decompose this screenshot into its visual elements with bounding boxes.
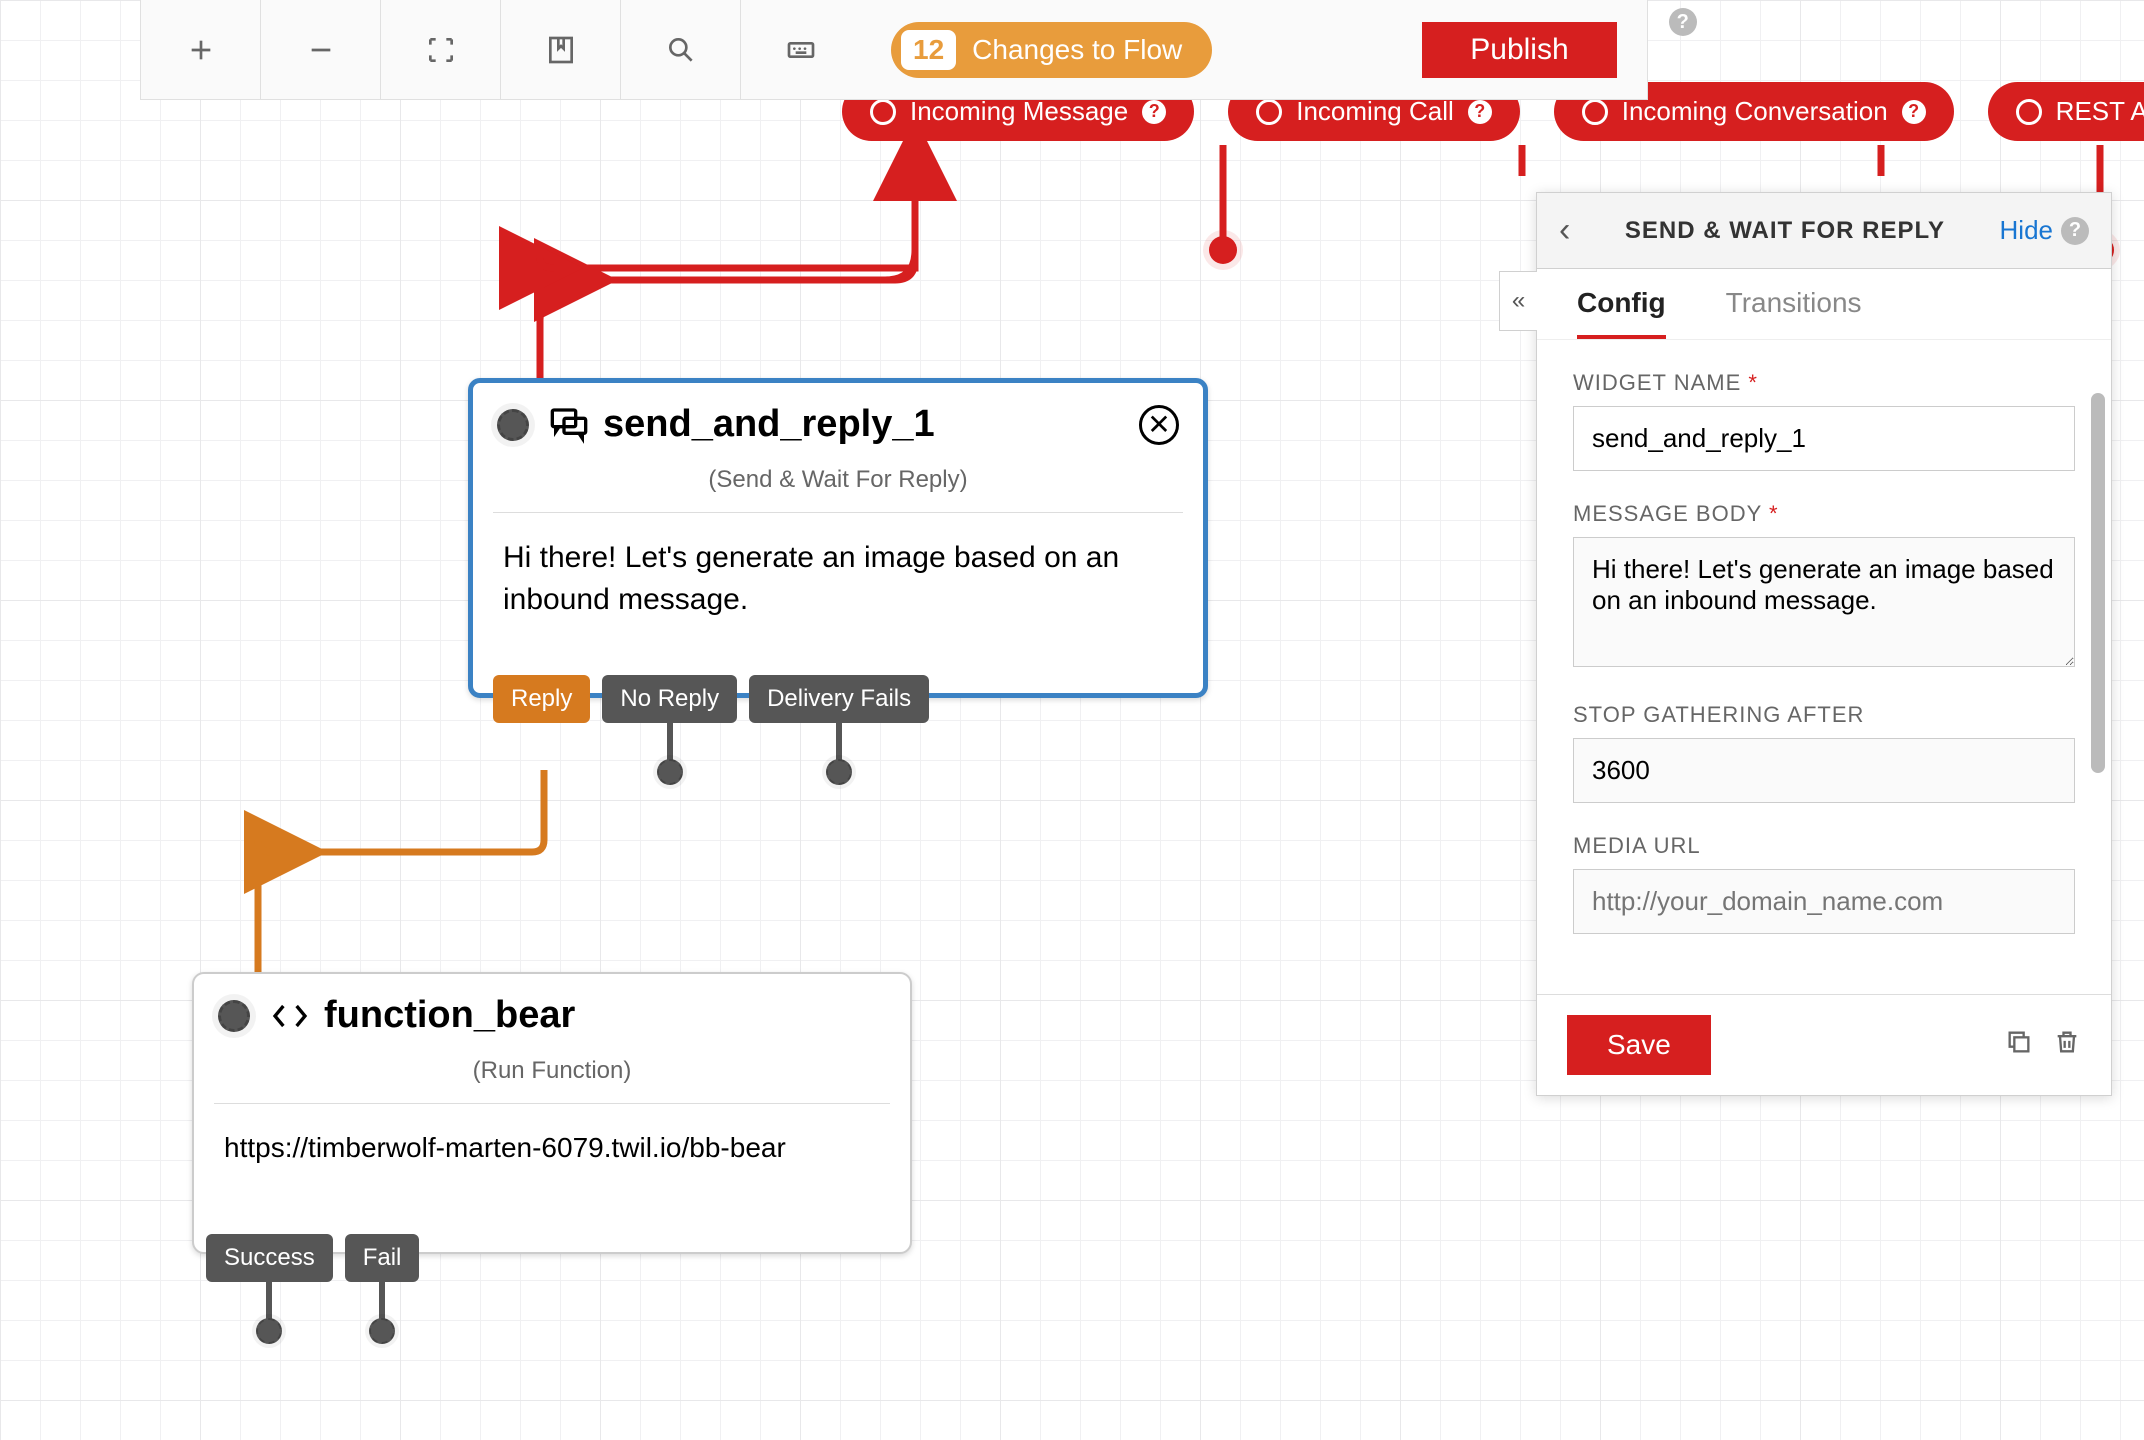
- media-url-input[interactable]: [1573, 869, 2075, 934]
- widget-function-bear[interactable]: function_bear (Run Function) https://tim…: [192, 972, 912, 1254]
- stop-gathering-label: STOP GATHERING AFTER: [1573, 702, 2075, 728]
- back-button[interactable]: ‹: [1559, 211, 1570, 250]
- connector-dot[interactable]: [256, 1318, 282, 1344]
- chat-icon: [549, 405, 589, 445]
- output-reply[interactable]: Reply: [493, 675, 590, 723]
- widget-body: Hi there! Let's generate an image based …: [473, 513, 1203, 645]
- help-icon[interactable]: ?: [2061, 217, 2089, 245]
- delete-icon[interactable]: [2053, 1028, 2081, 1063]
- zoom-out-button[interactable]: [261, 0, 381, 100]
- message-body-input[interactable]: [1573, 537, 2075, 667]
- ring-icon: [1582, 99, 1608, 125]
- ring-icon: [1256, 99, 1282, 125]
- panel-title: SEND & WAIT FOR REPLY: [1590, 217, 1979, 245]
- config-panel: « ‹ SEND & WAIT FOR REPLY Hide ? Config …: [1536, 192, 2112, 1096]
- close-icon[interactable]: ✕: [1139, 405, 1179, 445]
- connector-dot[interactable]: [657, 759, 683, 785]
- help-icon[interactable]: ?: [1468, 100, 1492, 124]
- tab-config[interactable]: Config: [1577, 287, 1666, 339]
- widget-name-input[interactable]: [1573, 406, 2075, 471]
- ring-icon: [2016, 99, 2042, 125]
- panel-body: WIDGET NAME * MESSAGE BODY * STOP GATHER…: [1537, 340, 2111, 994]
- changes-count: 12: [901, 30, 956, 70]
- trigger-rest-api[interactable]: REST API ?: [1988, 82, 2144, 141]
- fit-screen-button[interactable]: [381, 0, 501, 100]
- connector-dot[interactable]: [369, 1318, 395, 1344]
- connector-dot[interactable]: [1209, 236, 1237, 264]
- tab-transitions[interactable]: Transitions: [1726, 287, 1862, 339]
- hide-button[interactable]: Hide ?: [2000, 215, 2089, 246]
- publish-button[interactable]: Publish: [1422, 22, 1616, 78]
- help-icon[interactable]: ?: [1669, 8, 1697, 36]
- changes-label: Changes to Flow: [972, 34, 1182, 66]
- help-icon[interactable]: ?: [1142, 100, 1166, 124]
- widget-name: send_and_reply_1: [603, 403, 935, 446]
- output-no-reply[interactable]: No Reply: [602, 675, 737, 723]
- widget-name: function_bear: [324, 994, 575, 1037]
- output-delivery-fails[interactable]: Delivery Fails: [749, 675, 929, 723]
- widget-subtitle: (Send & Wait For Reply): [493, 466, 1183, 513]
- widget-send-and-reply[interactable]: send_and_reply_1 ✕ (Send & Wait For Repl…: [468, 378, 1208, 698]
- collapse-button[interactable]: «: [1499, 271, 1537, 331]
- drag-handle[interactable]: [497, 409, 529, 441]
- scrollbar[interactable]: [2091, 393, 2105, 773]
- ring-icon: [870, 99, 896, 125]
- zoom-in-button[interactable]: [141, 0, 261, 100]
- stop-gathering-input[interactable]: [1573, 738, 2075, 803]
- changes-pill[interactable]: 12 Changes to Flow: [891, 22, 1212, 78]
- keyboard-button[interactable]: [741, 0, 861, 100]
- widget-body: https://timberwolf-marten-6079.twil.io/b…: [194, 1104, 910, 1191]
- search-button[interactable]: [621, 0, 741, 100]
- toolbar: 12 Changes to Flow Publish ?: [140, 0, 1648, 100]
- drag-handle[interactable]: [218, 1000, 250, 1032]
- message-body-label: MESSAGE BODY *: [1573, 501, 2075, 527]
- widget-subtitle: (Run Function): [214, 1057, 890, 1104]
- media-url-label: MEDIA URL: [1573, 833, 2075, 859]
- help-icon[interactable]: ?: [1902, 100, 1926, 124]
- bookmark-button[interactable]: [501, 0, 621, 100]
- widget-name-label: WIDGET NAME *: [1573, 370, 2075, 396]
- output-fail[interactable]: Fail: [345, 1234, 420, 1282]
- output-success[interactable]: Success: [206, 1234, 333, 1282]
- code-icon: [270, 996, 310, 1036]
- save-button[interactable]: Save: [1567, 1015, 1711, 1075]
- duplicate-icon[interactable]: [2005, 1028, 2033, 1063]
- connector-dot[interactable]: [826, 759, 852, 785]
